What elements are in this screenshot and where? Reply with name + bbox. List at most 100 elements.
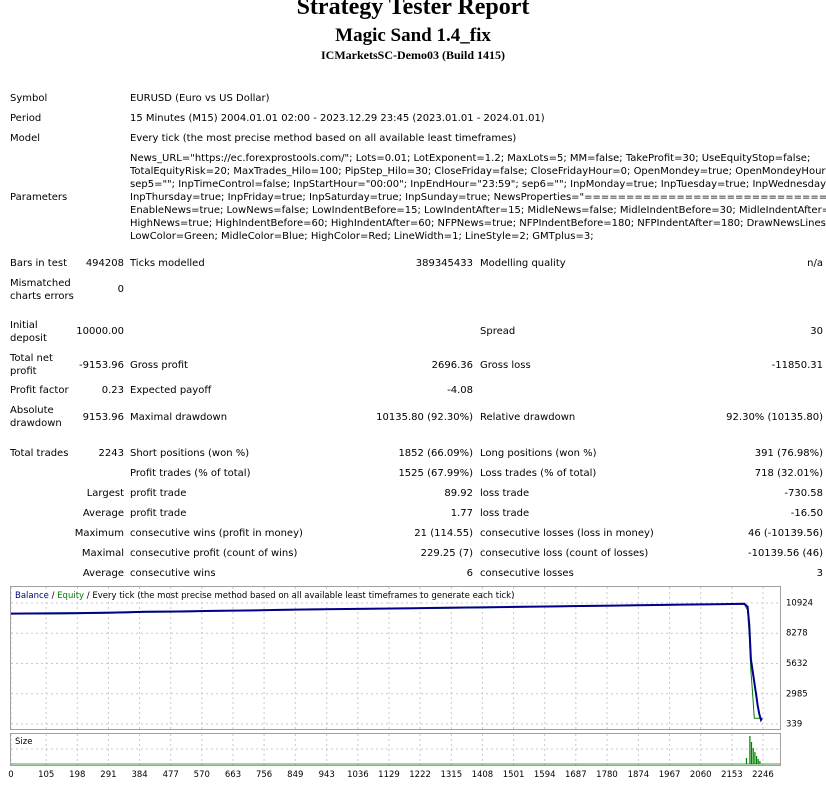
avg-losses-label: consecutive losses — [480, 568, 574, 579]
x-tick-label: 570 — [194, 770, 210, 780]
expert-name: Magic Sand 1.4_fix — [335, 25, 491, 46]
x-axis: 0 105 198 291 384 477 570 663 756 849 943 1036 1129 1… — [8, 770, 774, 780]
absdd-value: 9153.96 — [82, 412, 124, 423]
x-tick-label: 1687 — [565, 770, 587, 780]
parameters-value: News_URL="https://ec.forexprostools.com/… — [130, 152, 826, 243]
bars-value: 494208 — [85, 258, 124, 269]
x-tick-label: 943 — [319, 770, 335, 780]
max-wins-value: 21 (114.55) — [414, 528, 473, 539]
grossprofit-value: 2696.36 — [431, 360, 473, 371]
quality-value: n/a — [807, 258, 823, 269]
model-label: Model — [10, 133, 41, 144]
balance-chart: Balance / Equity / Every tick (the most … — [10, 586, 781, 730]
x-tick-label: 1967 — [659, 770, 681, 780]
maxdd-value: 10135.80 (92.30%) — [376, 412, 473, 423]
size-bar — [749, 736, 751, 764]
parameters-line: News_URL="https://ec.forexprostools.com/… — [130, 153, 811, 164]
ltrades-label: Loss trades (% of total) — [480, 468, 597, 479]
size-label: Size — [15, 737, 32, 747]
long-label: Long positions (won %) — [480, 448, 597, 459]
x-tick-label: 1129 — [378, 770, 400, 780]
maximal-label: Maximal — [81, 548, 124, 559]
server-build: ICMarketsSC-Demo03 (Build 1415) — [321, 48, 505, 62]
long-value: 391 (76.98%) — [754, 448, 823, 459]
largest-label: Largest — [86, 488, 124, 499]
maxdd-label: Maximal drawdown — [130, 412, 228, 423]
size-bar — [745, 758, 748, 764]
maximal-profit-value: 229.25 (7) — [420, 548, 473, 559]
avg-wins-label: consecutive wins — [130, 568, 216, 579]
netprofit-label-2: profit — [10, 366, 37, 377]
legend-sep: / — [84, 591, 92, 601]
y-tick-label: 5632 — [786, 659, 808, 669]
legend-model: Every tick (the most precise method base… — [92, 591, 514, 601]
y-tick-label: 2985 — [786, 689, 808, 699]
x-tick-label: 663 — [225, 770, 241, 780]
spread-value: 30 — [810, 326, 823, 337]
x-tick-label: 384 — [131, 770, 147, 780]
absdd-label: Absolute — [10, 405, 54, 416]
reldd-value: 92.30% (10135.80) — [726, 412, 823, 423]
avg-losses-value: 3 — [816, 568, 823, 579]
spread-label: Spread — [480, 326, 516, 337]
x-tick-label: 1780 — [596, 770, 618, 780]
size-chart: Size — [10, 733, 781, 766]
payoff-value: -4.08 — [447, 385, 473, 396]
x-tick-label: 849 — [287, 770, 303, 780]
x-tick-label: 477 — [163, 770, 179, 780]
model-value: Every tick (the most precise method base… — [130, 133, 517, 144]
x-tick-label: 198 — [69, 770, 85, 780]
deposit-value: 10000.00 — [76, 326, 124, 337]
legend-balance: Balance — [15, 591, 49, 601]
trades-value: 2243 — [98, 448, 124, 459]
netprofit-label: Total net — [10, 353, 53, 364]
largest-profit-value: 89.92 — [444, 488, 473, 499]
y-tick-label: 10924 — [786, 599, 813, 609]
average-loss-label: loss trade — [480, 508, 530, 519]
parameters-line: LowColor=Green; MidleColor=Blue; HighCol… — [130, 231, 594, 242]
equity-line — [10, 603, 762, 719]
y-tick-label: 339 — [786, 720, 802, 730]
parameters-line: TotalEquityRisk=20; MaxTrades_Hilo=100; … — [130, 166, 826, 177]
payoff-label: Expected payoff — [130, 385, 212, 396]
period-value: 15 Minutes (M15) 2004.01.01 02:00 - 2023… — [130, 113, 545, 124]
grossprofit-label: Gross profit — [130, 360, 188, 371]
short-label: Short positions (won %) — [130, 448, 250, 459]
size-bar — [756, 756, 758, 764]
y-axis: 10924 8278 5632 2985 339 — [786, 599, 813, 730]
balance-chart-svg: Balance / Equity / Every tick (the most … — [10, 587, 780, 729]
parameters-line: sep5=""; InpTimeControl=false; InpStartH… — [130, 179, 826, 190]
parameters-line: InpThursday=true; InpFriday=true; InpSat… — [130, 192, 826, 203]
deposit-label: Initial — [10, 320, 38, 331]
x-tick-label: 2060 — [690, 770, 712, 780]
x-tick-label: 1594 — [534, 770, 556, 780]
x-tick-label: 1874 — [628, 770, 650, 780]
largest-profit-label: profit trade — [130, 488, 187, 499]
x-tick-label: 2153 — [721, 770, 743, 780]
reldd-label: Relative drawdown — [480, 412, 576, 423]
grossloss-value: -11850.31 — [771, 360, 823, 371]
pf-value: 0.23 — [101, 385, 124, 396]
ticks-value: 389345433 — [415, 258, 473, 269]
size-grid — [10, 734, 780, 765]
largest-loss-label: loss trade — [480, 488, 530, 499]
y-tick-label: 8278 — [786, 629, 808, 639]
maximum-label: Maximum — [74, 528, 124, 539]
netprofit-value: -9153.96 — [79, 360, 124, 371]
maximal-loss-label: consecutive loss (count of losses) — [480, 548, 649, 559]
quality-label: Modelling quality — [480, 258, 566, 269]
x-tick-label: 1222 — [409, 770, 431, 780]
size-chart-svg: Size — [10, 734, 780, 765]
max-losses-label: consecutive losses (loss in money) — [480, 528, 654, 539]
size-bar — [752, 748, 754, 764]
ltrades-value: 718 (32.01%) — [754, 468, 823, 479]
size-bar — [754, 752, 756, 764]
ticks-label: Ticks modelled — [130, 258, 205, 269]
ptrades-label: Profit trades (% of total) — [130, 468, 251, 479]
maximal-profit-label: consecutive profit (count of wins) — [130, 548, 298, 559]
symbol-label: Symbol — [10, 93, 48, 104]
max-losses-value: 46 (-10139.56) — [747, 528, 823, 539]
short-value: 1852 (66.09%) — [398, 448, 473, 459]
x-tick-label: 2246 — [752, 770, 774, 780]
mismatch-label-2: charts errors — [10, 291, 74, 302]
